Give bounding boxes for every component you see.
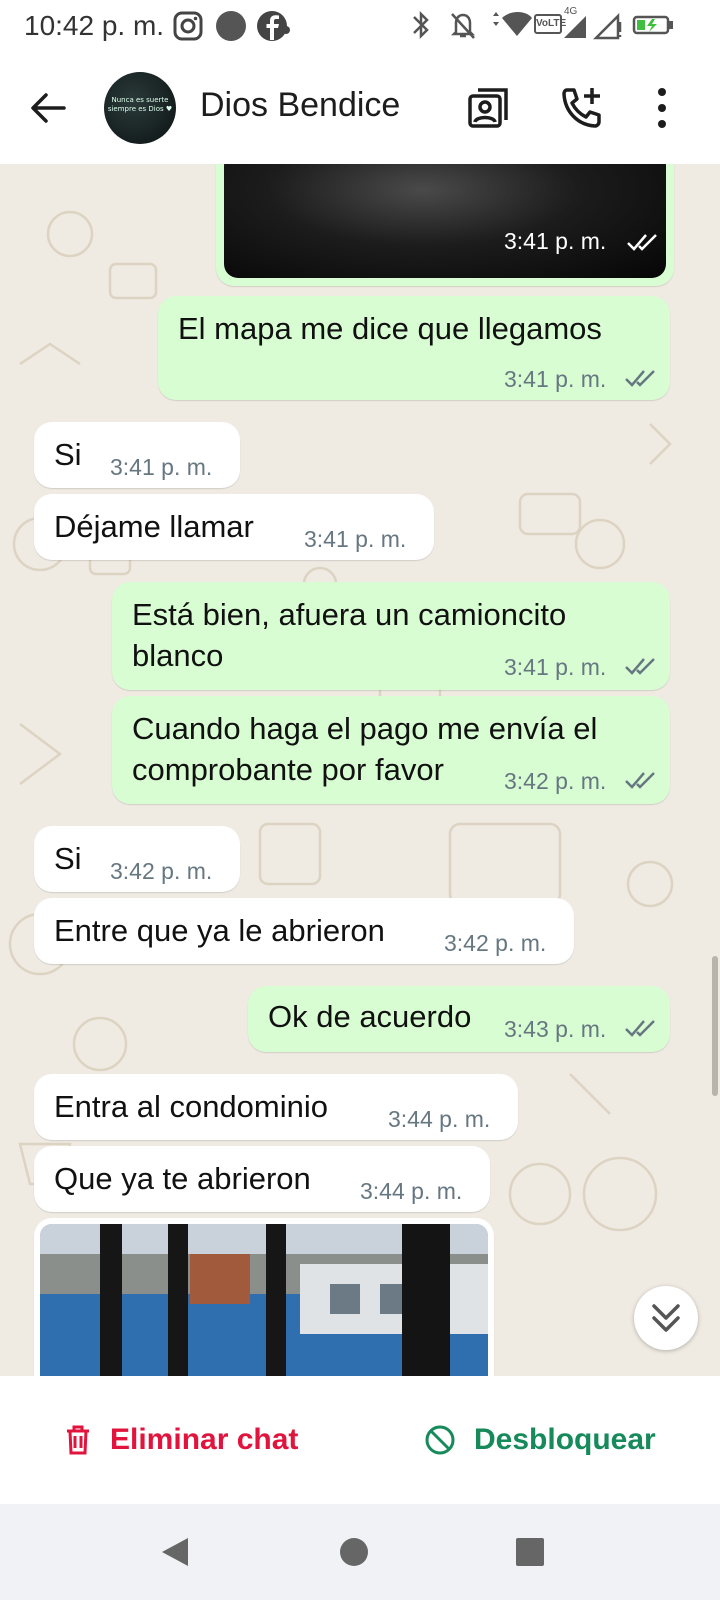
circle-icon <box>216 11 246 41</box>
back-nav-icon[interactable] <box>158 1534 194 1570</box>
message-bubble-in[interactable]: Entre que ya le abrieron 3:42 p. m. <box>34 898 574 964</box>
contact-card-icon[interactable] <box>466 84 514 132</box>
chat-header: Nunca es suerte siempre es Dios ♥ Dios B… <box>0 52 720 164</box>
image-attachment[interactable] <box>224 164 666 278</box>
add-call-icon[interactable] <box>558 84 606 132</box>
message-text: Entre que ya le abrieron <box>54 913 385 948</box>
unblock-label: Desbloquear <box>474 1423 656 1456</box>
system-nav-bar <box>0 1504 720 1600</box>
block-icon <box>425 1425 455 1455</box>
message-text: Entra al condominio <box>54 1089 328 1124</box>
message-bubble-in[interactable]: Que ya te abrieron 3:44 p. m. <box>34 1146 490 1212</box>
message-time: 3:41 p. m. <box>504 228 607 254</box>
image-attachment[interactable] <box>40 1224 488 1376</box>
message-text: Si <box>54 437 82 472</box>
unblock-button[interactable]: Desbloquear <box>424 1420 656 1460</box>
message-bubble-in[interactable]: Si 3:42 p. m. <box>34 826 240 892</box>
message-bubble-out[interactable]: Ok de acuerdo 3:43 p. m. <box>248 986 670 1052</box>
back-arrow-icon[interactable] <box>26 86 70 130</box>
read-ticks-icon <box>627 234 657 251</box>
signal-icon <box>564 12 622 40</box>
message-time: 3:44 p. m. <box>388 1106 491 1132</box>
message-bubble-out[interactable]: Cuando haga el pago me envía el comproba… <box>112 696 670 804</box>
message-time: 3:41 p. m. <box>304 526 407 552</box>
message-bubble-in[interactable]: Entra al condominio 3:44 p. m. <box>34 1074 518 1140</box>
double-chevron-down-icon <box>652 1304 680 1332</box>
read-ticks-icon <box>625 658 655 675</box>
message-list[interactable]: 3:41 p. m. El mapa me dice que llegamos … <box>0 164 720 1376</box>
contact-name[interactable]: Dios Bendice <box>200 86 400 125</box>
message-bubble-in[interactable]: Si 3:41 p. m. <box>34 422 240 488</box>
home-nav-icon[interactable] <box>336 1534 372 1570</box>
scroll-to-bottom-button[interactable] <box>634 1286 698 1350</box>
message-bubble-out[interactable]: 3:41 p. m. <box>216 164 674 286</box>
message-text: Ok de acuerdo <box>268 999 472 1034</box>
scrollbar[interactable] <box>712 956 718 1096</box>
trash-icon <box>67 1425 89 1455</box>
bluetooth-icon <box>413 10 429 40</box>
more-vert-icon[interactable] <box>642 84 690 132</box>
delete-chat-button[interactable]: Eliminar chat <box>64 1420 298 1460</box>
message-text: Déjame llamar <box>54 509 254 544</box>
message-time: 3:43 p. m. <box>504 1016 607 1042</box>
facebook-icon <box>257 11 290 41</box>
delete-chat-label: Eliminar chat <box>110 1423 299 1456</box>
message-time: 3:41 p. m. <box>504 366 607 392</box>
message-time: 3:42 p. m. <box>110 858 213 884</box>
message-time: 3:42 p. m. <box>504 768 607 794</box>
message-bubble-in[interactable] <box>34 1218 494 1376</box>
message-bubble-out[interactable]: Está bien, afuera un camioncito blanco 3… <box>112 582 670 690</box>
message-time: 3:44 p. m. <box>360 1178 463 1204</box>
instagram-icon <box>173 11 203 41</box>
message-time: 3:42 p. m. <box>444 930 547 956</box>
blocked-contact-actions: Eliminar chat Desbloquear <box>0 1376 720 1504</box>
message-bubble-out[interactable]: El mapa me dice que llegamos 3:41 p. m. <box>158 296 670 400</box>
read-ticks-icon <box>625 772 655 789</box>
mute-icon <box>450 13 476 39</box>
volte-icon: VoLTE <box>534 14 566 34</box>
photo-content <box>40 1224 488 1376</box>
status-time: 10:42 p. m. <box>24 10 165 41</box>
status-bar: 10:42 p. m. VoLTE 4G <box>0 0 720 52</box>
message-text: Que ya te abrieron <box>54 1161 311 1196</box>
avatar[interactable]: Nunca es suerte siempre es Dios ♥ <box>104 72 176 144</box>
read-ticks-icon <box>625 370 655 387</box>
read-ticks-icon <box>625 1020 655 1037</box>
battery-icon <box>632 15 673 35</box>
message-text: Si <box>54 841 82 876</box>
message-time: 3:41 p. m. <box>504 654 607 680</box>
avatar-text: Nunca es suerte siempre es Dios ♥ <box>107 96 173 113</box>
recents-nav-icon[interactable] <box>512 1534 548 1570</box>
message-time: 3:41 p. m. <box>110 454 213 480</box>
wifi-icon <box>493 12 532 36</box>
message-text: El mapa me dice que llegamos <box>178 311 602 346</box>
message-bubble-in[interactable]: Déjame llamar 3:41 p. m. <box>34 494 434 560</box>
